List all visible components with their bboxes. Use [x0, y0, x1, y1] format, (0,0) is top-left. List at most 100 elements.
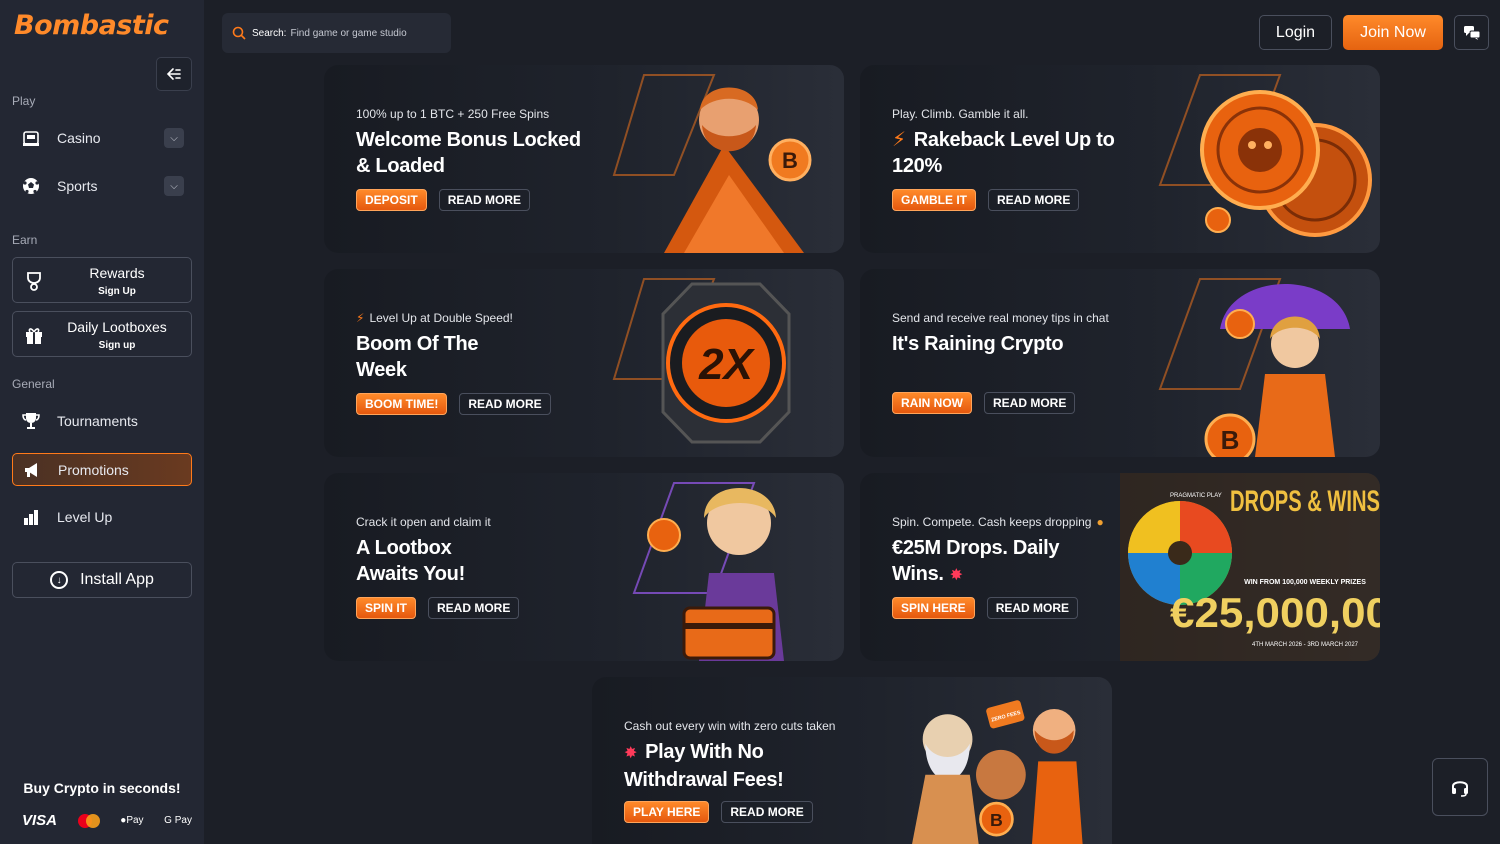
read-more-button[interactable]: READ MORE [459, 393, 551, 415]
bearded-man-bitcoin-art: B [612, 74, 812, 253]
promo-title: Boom Of The Week [356, 333, 479, 381]
lootboxes-signup-label: Sign up [98, 340, 136, 351]
lightning-icon: ⚡ [356, 311, 365, 325]
download-icon: ↓ [50, 571, 69, 589]
svg-text:B: B [1221, 425, 1240, 455]
read-more-button[interactable]: READ MORE [988, 189, 1080, 211]
login-button[interactable]: Login [1259, 15, 1332, 50]
megaphone-icon [21, 459, 43, 481]
orange-coins-art [1158, 74, 1372, 237]
apple-pay-logo: ●Pay [120, 815, 144, 826]
rain-now-button[interactable]: RAIN NOW [892, 392, 972, 414]
promo-subtitle: Cash out every win with zero cuts taken [624, 719, 836, 733]
gift-icon [23, 324, 45, 346]
lootboxes-label: Daily Lootboxes [67, 319, 167, 335]
deposit-button[interactable]: DEPOSIT [356, 189, 427, 211]
sidebar-item-label: Level Up [57, 509, 113, 525]
play-here-button[interactable]: PLAY HERE [624, 801, 710, 823]
spin-here-button[interactable]: SPIN HERE [892, 597, 975, 619]
sidebar-item-daily-lootboxes[interactable]: Daily Lootboxes Sign up [12, 311, 192, 357]
chat-button[interactable] [1454, 15, 1489, 50]
headset-icon [1452, 781, 1468, 797]
svg-text:WIN FROM 100,000 WEEKLY PRIZES: WIN FROM 100,000 WEEKLY PRIZES [1244, 579, 1366, 586]
promo-card-drops-and-wins[interactable]: PRAGMATIC PLAY DROPS & WINS WIN FROM 100… [860, 473, 1380, 661]
promo-card-welcome-bonus[interactable]: B 100% up to 1 BTC + 250 Free Spins Welc… [324, 65, 844, 253]
promo-title: It's Raining Crypto [892, 333, 1064, 355]
svg-text:2X: 2X [698, 340, 755, 389]
sidebar-item-rewards[interactable]: Rewards Sign Up [12, 257, 192, 303]
sidebar-item-promotions[interactable]: Promotions [12, 453, 192, 486]
promo-title: A Lootbox Awaits You! [356, 537, 465, 585]
sparkle-icon: ✸ [624, 745, 638, 762]
sparkle-icon: ✸ [949, 567, 963, 584]
spin-it-button[interactable]: SPIN IT [356, 597, 417, 619]
sidebar-item-label: Sports [57, 178, 98, 194]
section-label-general: General [12, 377, 55, 391]
read-more-button[interactable]: READ MORE [984, 392, 1076, 414]
read-more-button[interactable]: READ MORE [986, 597, 1079, 619]
chevron-down-icon[interactable]: ⌵ [164, 128, 184, 148]
buy-crypto-text: Buy Crypto in seconds! [23, 780, 181, 796]
boom-time-button[interactable]: BOOM TIME! [356, 393, 448, 415]
money-bag-icon: ● [1096, 515, 1104, 529]
search-input[interactable]: Search: Find game or game studio [222, 13, 451, 53]
trophy-icon [23, 270, 45, 292]
promo-card-lootbox[interactable]: Crack it open and claim it A Lootbox Awa… [324, 473, 844, 661]
promo-title: Welcome Bonus Locked & Loaded [356, 129, 581, 177]
casino-icon [20, 127, 42, 149]
sidebar-item-tournaments[interactable]: Tournaments [12, 403, 192, 439]
chat-icon [1463, 25, 1480, 40]
collapse-left-icon [166, 68, 181, 80]
section-label-play: Play [12, 94, 36, 108]
promo-title: €25M Drops. Daily Wins. ✸ [892, 537, 1060, 585]
promo-subtitle: Spin. Compete. Cash keeps dropping ● [892, 515, 1104, 529]
sidebar: Bombastic Play Casino ⌵ Sports ⌵ Earn Re… [0, 0, 204, 844]
promo-title: ⚡ Rakeback Level Up to 120% [892, 129, 1115, 177]
svg-text:B: B [782, 148, 798, 173]
promo-subtitle: Play. Climb. Gamble it all. [892, 107, 1029, 121]
promo-title: ✸ Play With No Withdrawal Fees! [624, 741, 784, 791]
promo-subtitle: Crack it open and claim it [356, 515, 491, 529]
read-more-button[interactable]: READ MORE [438, 189, 531, 211]
read-more-button[interactable]: READ MORE [428, 597, 520, 619]
install-app-button[interactable]: ↓ Install App [12, 562, 192, 598]
umbrella-girl-art: B [1158, 278, 1350, 457]
chevron-down-icon[interactable]: ⌵ [164, 176, 184, 196]
promo-card-boom-of-the-week[interactable]: 2X ⚡ Level Up at Double Speed! Boom Of Th… [324, 269, 844, 457]
cup-icon [20, 410, 42, 432]
collapse-sidebar-button[interactable] [156, 57, 192, 91]
svg-text:B: B [990, 810, 1003, 830]
svg-text:DROPS & WINS: DROPS & WINS [1230, 485, 1380, 518]
promo-card-raining-crypto[interactable]: B Send and receive real money tips in ch… [860, 269, 1380, 457]
promo-subtitle: Send and receive real money tips in chat [892, 311, 1109, 325]
sidebar-item-casino[interactable]: Casino ⌵ [12, 120, 192, 156]
search-placeholder: Find game or game studio [290, 27, 407, 39]
double-speed-badge-art: 2X [612, 278, 791, 444]
soccer-ball-icon [20, 175, 42, 197]
drops-and-wins-art: PRAGMATIC PLAY DROPS & WINS WIN FROM 100… [1120, 473, 1380, 661]
logo[interactable]: Bombastic [14, 10, 169, 41]
rewards-signup-label: Sign Up [98, 286, 136, 297]
promo-subtitle: 100% up to 1 BTC + 250 Free Spins [356, 107, 550, 121]
promo-subtitle: ⚡ Level Up at Double Speed! [356, 311, 513, 325]
support-button[interactable] [1432, 758, 1488, 816]
promo-card-rakeback[interactable]: Play. Climb. Gamble it all. ⚡ Rakeback Le… [860, 65, 1380, 253]
rewards-label: Rewards [89, 265, 145, 281]
visa-logo: VISA [22, 812, 58, 829]
gamble-it-button[interactable]: GAMBLE IT [892, 189, 976, 211]
sidebar-item-label: Promotions [58, 461, 129, 478]
sidebar-item-label: Casino [57, 130, 101, 146]
lootbox-girl-art [632, 482, 784, 661]
sidebar-item-level-up[interactable]: Level Up [12, 499, 192, 535]
svg-text:4TH MARCH 2026 - 3RD MARCH 202: 4TH MARCH 2026 - 3RD MARCH 2027 [1252, 642, 1359, 648]
sidebar-item-sports[interactable]: Sports ⌵ [12, 168, 192, 204]
bar-chart-icon [20, 506, 42, 528]
promo-card-no-withdrawal-fees[interactable]: B ZERO FEES Cash out every win with zero… [592, 677, 1112, 844]
install-app-label: Install App [80, 571, 154, 588]
payment-methods: VISA ●Pay G Pay [22, 812, 192, 829]
zeus-monkey-art: B ZERO FEES [912, 700, 1083, 844]
lightning-icon: ⚡ [892, 129, 906, 151]
read-more-button[interactable]: READ MORE [721, 801, 813, 823]
google-pay-logo: G Pay [164, 815, 192, 826]
join-now-button[interactable]: Join Now [1343, 15, 1443, 50]
